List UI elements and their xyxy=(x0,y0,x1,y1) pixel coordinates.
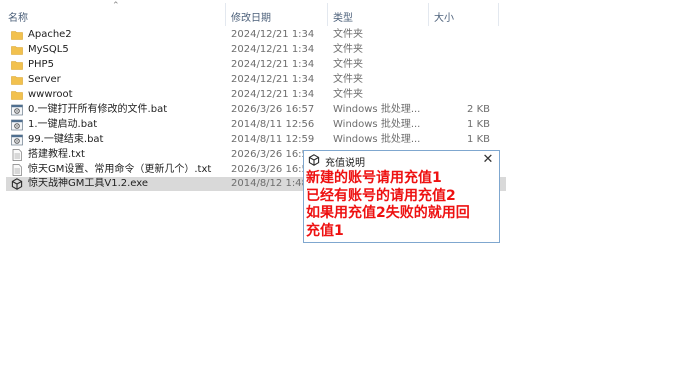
file-name: 0.一键打开所有修改的文件.bat xyxy=(28,104,168,115)
text-file-icon xyxy=(12,164,22,176)
file-name: 惊天GM设置、常用命令（更新几个）.txt xyxy=(28,164,212,175)
file-size: 2 KB xyxy=(467,104,490,115)
file-type: 文件夹 xyxy=(333,44,363,55)
file-date: 2014/8/11 12:56 xyxy=(231,119,315,130)
close-icon[interactable]: ✕ xyxy=(480,152,496,168)
file-row[interactable]: wwwroot 2024/12/21 1:34 文件夹 xyxy=(6,88,506,102)
file-size: 1 KB xyxy=(467,119,490,130)
text-file-icon xyxy=(12,149,22,161)
window-title-bar[interactable]: 充值说明 ✕ xyxy=(304,151,499,169)
column-divider[interactable] xyxy=(498,3,499,26)
file-date: 2024/12/21 1:34 xyxy=(231,74,315,85)
file-date: 2014/8/11 12:59 xyxy=(231,134,315,145)
file-type: 文件夹 xyxy=(333,89,363,100)
file-name: PHP5 xyxy=(28,59,54,70)
file-date: 2026/3/26 16:5 xyxy=(231,149,308,160)
file-date: 2024/12/21 1:34 xyxy=(231,44,315,55)
column-header-size[interactable]: 大小 xyxy=(434,9,454,24)
file-name: 99.一键结束.bat xyxy=(28,134,104,145)
column-divider[interactable] xyxy=(225,3,226,26)
column-divider[interactable] xyxy=(428,3,429,26)
unity-app-icon xyxy=(308,154,320,166)
file-type: 文件夹 xyxy=(333,74,363,85)
file-name: 1.一键启动.bat xyxy=(28,119,98,130)
file-row[interactable]: 1.一键启动.bat 2014/8/11 12:56 Windows 批处理..… xyxy=(6,118,506,132)
window-title: 充值说明 xyxy=(325,158,365,169)
file-date: 2014/8/12 1:48 xyxy=(231,178,308,189)
folder-icon xyxy=(11,61,23,70)
batch-file-icon xyxy=(11,104,23,116)
file-row[interactable]: 0.一键打开所有修改的文件.bat 2026/3/26 16:57 Window… xyxy=(6,103,506,117)
file-date: 2024/12/21 1:34 xyxy=(231,59,315,70)
file-name: wwwroot xyxy=(28,89,73,100)
file-date: 2026/3/26 16:5 xyxy=(231,164,308,175)
folder-icon xyxy=(11,31,23,40)
folder-icon xyxy=(11,46,23,55)
file-type: Windows 批处理... xyxy=(333,104,421,115)
column-divider[interactable] xyxy=(327,3,328,26)
file-row[interactable]: 99.一键结束.bat 2014/8/11 12:59 Windows 批处理.… xyxy=(6,133,506,147)
batch-file-icon xyxy=(11,134,23,146)
file-date: 2024/12/21 1:34 xyxy=(231,29,315,40)
file-name: 搭建教程.txt xyxy=(28,149,85,160)
file-name: 惊天战神GM工具V1.2.exe xyxy=(28,178,149,189)
recharge-instructions: 新建的账号请用充值1 已经有账号的请用充值2 如果用充值2失败的就用回 充值1 xyxy=(306,170,470,239)
unity-app-icon xyxy=(11,178,23,190)
file-type: 文件夹 xyxy=(333,59,363,70)
folder-icon xyxy=(11,91,23,100)
sort-ascending-icon[interactable]: ⌃ xyxy=(112,1,120,11)
file-row[interactable]: Server 2024/12/21 1:34 文件夹 xyxy=(6,73,506,87)
file-type: Windows 批处理... xyxy=(333,119,421,130)
file-row[interactable]: PHP5 2024/12/21 1:34 文件夹 xyxy=(6,58,506,72)
file-type: 文件夹 xyxy=(333,29,363,40)
batch-file-icon xyxy=(11,119,23,131)
column-header: ⌃ 名称 修改日期 类型 大小 xyxy=(0,0,700,28)
file-date: 2026/3/26 16:57 xyxy=(231,104,315,115)
file-name: Server xyxy=(28,74,61,85)
file-type: Windows 批处理... xyxy=(333,134,421,145)
column-header-date[interactable]: 修改日期 xyxy=(231,9,271,24)
recharge-info-window: 充值说明 ✕ 新建的账号请用充值1 已经有账号的请用充值2 如果用充值2失败的就… xyxy=(303,150,500,243)
column-header-name[interactable]: 名称 xyxy=(8,9,28,24)
folder-icon xyxy=(11,76,23,85)
file-name: Apache2 xyxy=(28,29,72,40)
file-date: 2024/12/21 1:34 xyxy=(231,89,315,100)
file-row[interactable]: MySQL5 2024/12/21 1:34 文件夹 xyxy=(6,43,506,57)
file-size: 1 KB xyxy=(467,134,490,145)
file-row[interactable]: Apache2 2024/12/21 1:34 文件夹 xyxy=(6,28,506,42)
file-name: MySQL5 xyxy=(28,44,69,55)
column-header-type[interactable]: 类型 xyxy=(333,9,353,24)
